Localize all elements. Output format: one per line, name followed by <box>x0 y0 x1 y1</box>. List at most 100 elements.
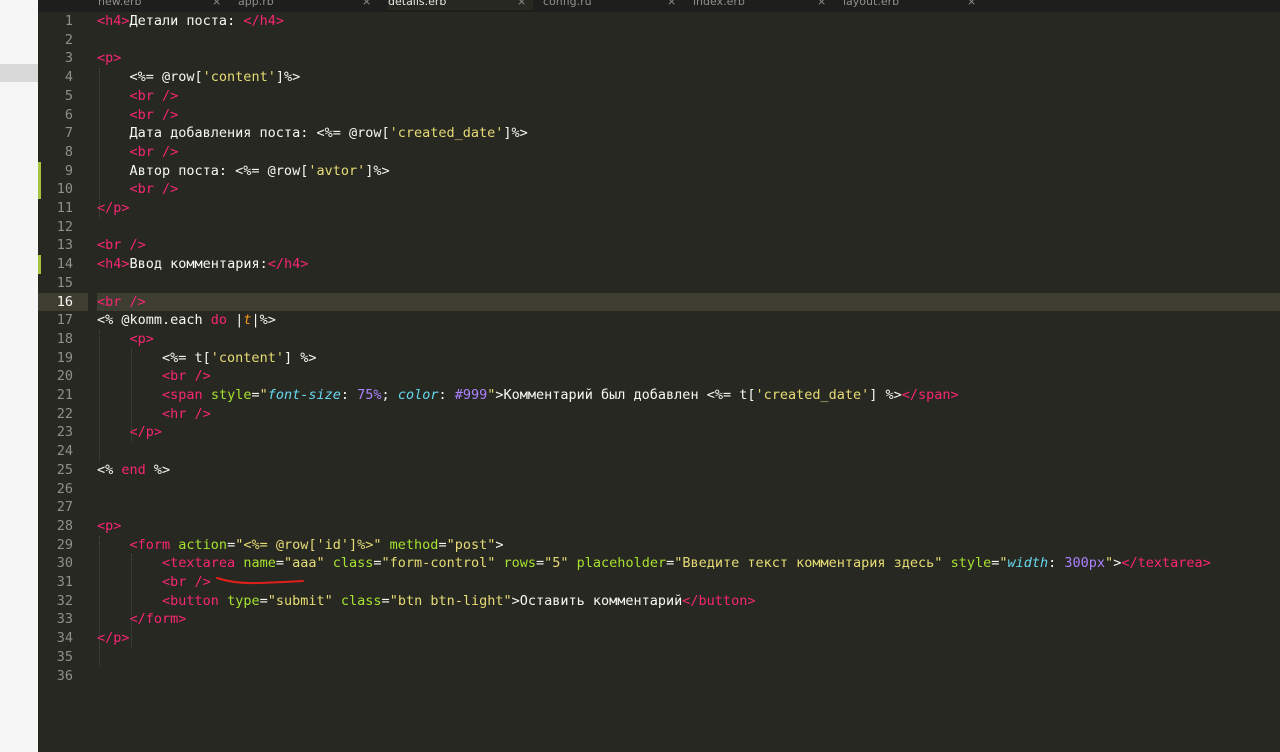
line-number: 11 <box>56 200 73 216</box>
code-token: Автор поста: <%= @row[ <box>97 162 309 179</box>
line-number: 2 <box>64 31 73 48</box>
code-line[interactable]: <button type="submit" class="btn btn-lig… <box>97 592 755 611</box>
code-line[interactable]: <h4>Детали поста: </h4> <box>97 12 284 31</box>
code-token: ]%> <box>275 69 301 86</box>
code-line[interactable]: <p> <box>97 330 154 349</box>
code-line[interactable]: <p> <box>97 517 121 536</box>
code-line[interactable]: <% end %> <box>97 461 170 480</box>
code-line[interactable]: </p> <box>97 199 130 218</box>
code-token: <p> <box>97 50 122 67</box>
tab-config-ru[interactable]: config.ru × <box>543 0 683 10</box>
close-icon[interactable]: × <box>517 0 526 10</box>
code-token: <p> <box>129 330 154 347</box>
red-underline-annotation <box>216 577 304 585</box>
code-token: <hr /> <box>162 405 211 422</box>
code-token: "<%= @row['id']%>" <box>235 536 382 553</box>
line-number: 21 <box>56 387 73 403</box>
code-token: "btn btn-light" <box>389 592 512 609</box>
code-token: Детали поста: <box>129 13 244 29</box>
line-number: 32 <box>56 592 73 609</box>
code-token: <br /> <box>129 143 179 160</box>
code-line[interactable]: <%= t['content'] %> <box>97 349 316 368</box>
code-token: "submit" <box>267 592 333 609</box>
code-token: ]%> <box>365 162 390 179</box>
code-token: = <box>251 387 260 403</box>
code-token: <br /> <box>162 368 211 385</box>
code-token: ]%> <box>503 125 528 142</box>
tab-layout-erb[interactable]: layout.erb × <box>843 0 983 10</box>
code-token: <button <box>162 592 219 609</box>
code-token: 'content' <box>210 349 284 366</box>
code-line[interactable]: <br /> <box>97 180 179 199</box>
code-line[interactable]: <br /> <box>97 236 146 255</box>
code-line[interactable]: </form> <box>97 610 187 629</box>
close-icon[interactable]: × <box>212 0 221 10</box>
code-line[interactable]: <textarea name="aaa" class="form-control… <box>97 554 1211 573</box>
tab-new-erb[interactable]: new.erb × <box>98 0 228 10</box>
code-token: >Оставить комментарий <box>511 592 683 609</box>
code-token: "form-control" <box>381 555 496 572</box>
code-editor[interactable]: new.erb × app.rb × details.erb × config.ru × ind… <box>38 0 1280 752</box>
code-line[interactable]: Дата добавления поста: <%= @row['created… <box>97 124 528 143</box>
tab-label: index.erb <box>693 0 745 8</box>
code-token: = <box>259 592 268 609</box>
close-icon[interactable]: × <box>967 0 976 10</box>
code-line[interactable]: <br /> <box>97 106 179 125</box>
tab-details-erb[interactable]: details.erb × <box>388 0 533 10</box>
code-token: 'created_date' <box>755 387 870 403</box>
line-number: 34 <box>56 630 73 647</box>
code-token: rows <box>503 555 536 572</box>
code-token: method <box>389 536 439 553</box>
tab-index-erb[interactable]: index.erb × <box>693 0 833 10</box>
code-line[interactable]: </p> <box>97 423 163 442</box>
code-line[interactable]: <p> <box>97 49 121 68</box>
code-token: 'avtor' <box>308 162 366 179</box>
line-number: 1 <box>64 13 73 29</box>
code-line[interactable]: <%= @row['content']%> <box>97 68 301 87</box>
code-token: <%= @row[ <box>97 69 203 86</box>
code-token: </p> <box>97 630 130 647</box>
line-number: 28 <box>56 517 73 534</box>
code-area[interactable]: <h4>Детали поста: </h4> <p> <%= @row['con… <box>97 12 1280 752</box>
code-token: </form> <box>129 611 187 628</box>
code-line[interactable]: <br /> <box>97 367 211 386</box>
line-number: 22 <box>56 405 73 422</box>
indent-guide <box>99 535 100 667</box>
code-token: >Комментарий был добавлен <%= t[ <box>495 387 756 403</box>
indent-guide <box>99 329 100 461</box>
code-line[interactable]: <% @komm.each do |t|%> <box>97 311 276 330</box>
code-line[interactable]: <hr /> <box>97 405 211 424</box>
code-line[interactable]: Автор поста: <%= @row['avtor']%> <box>97 162 390 181</box>
code-line[interactable]: <h4>Ввод комментария:</h4> <box>97 255 308 274</box>
code-token: " <box>259 387 268 403</box>
code-line[interactable]: <br /> <box>97 293 146 312</box>
close-icon[interactable]: × <box>362 0 371 10</box>
line-number: 30 <box>56 555 73 572</box>
tab-app-rb[interactable]: app.rb × <box>238 0 378 10</box>
code-line[interactable]: <span style="font-size: 75%; color: #999… <box>97 386 959 405</box>
line-number: 23 <box>56 424 73 441</box>
code-token: = <box>536 555 545 572</box>
code-token: name <box>243 555 276 572</box>
tab-label: details.erb <box>388 0 447 8</box>
code-line[interactable]: <br /> <box>97 87 179 106</box>
code-token: | <box>227 312 244 329</box>
line-number: 27 <box>56 499 73 516</box>
code-line[interactable]: <form action="<%= @row['id']%>" method="… <box>97 536 504 555</box>
line-number: 13 <box>56 237 73 254</box>
line-number: 7 <box>64 125 73 142</box>
code-line[interactable]: <br /> <box>97 143 179 162</box>
code-line[interactable]: </p> <box>97 629 130 648</box>
code-token: Ввод комментария: <box>129 256 268 273</box>
close-icon[interactable]: × <box>817 0 826 10</box>
close-icon[interactable]: × <box>667 0 676 10</box>
code-line[interactable]: <br /> <box>97 573 211 592</box>
